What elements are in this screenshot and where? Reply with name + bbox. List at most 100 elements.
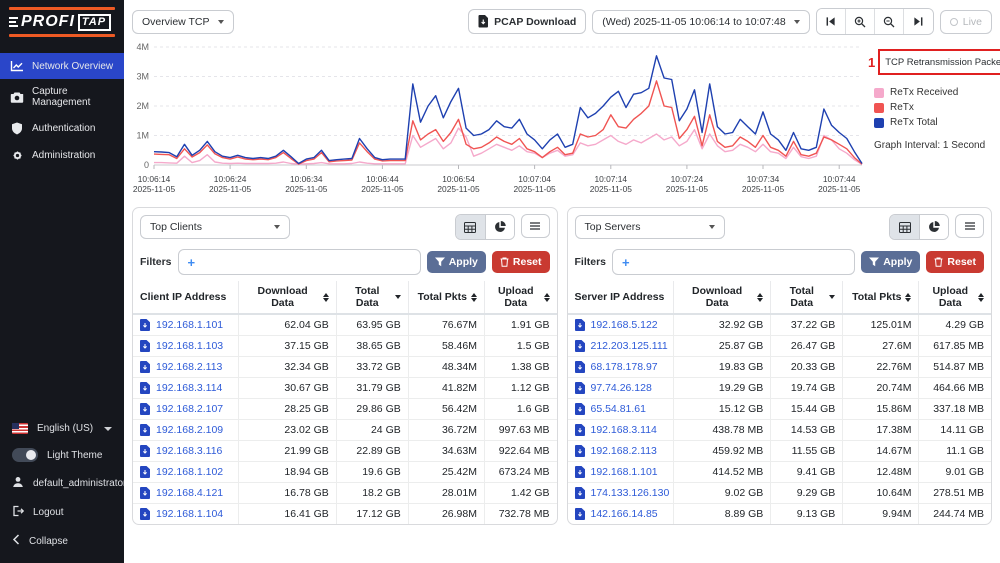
pcap-file-icon[interactable] bbox=[575, 508, 585, 520]
column-header[interactable]: Total Data bbox=[778, 285, 835, 309]
ip-link[interactable]: 192.168.5.122 bbox=[591, 319, 658, 331]
column-header[interactable]: Total Pkts bbox=[416, 291, 477, 303]
sort-both-icon[interactable] bbox=[544, 293, 550, 302]
column-header[interactable]: Client IP Address bbox=[140, 291, 231, 303]
ip-link[interactable]: 192.168.1.104 bbox=[156, 508, 223, 520]
filter-input[interactable]: + bbox=[612, 249, 855, 275]
sort-desc-icon[interactable] bbox=[829, 295, 835, 299]
sidebar-item-administration[interactable]: Administration bbox=[0, 142, 124, 169]
svg-text:10:07:04: 10:07:04 bbox=[518, 174, 551, 184]
ip-link[interactable]: 192.168.1.103 bbox=[156, 340, 223, 352]
sidebar-footer: English (US) Light Theme default_adminis… bbox=[0, 416, 124, 563]
table-type-select[interactable]: Top Servers bbox=[575, 215, 725, 239]
ip-link[interactable]: 192.168.3.116 bbox=[156, 445, 222, 457]
apply-button[interactable]: Apply bbox=[427, 251, 486, 273]
zoom-in-button[interactable] bbox=[846, 9, 875, 34]
sidebar-item-capture-management[interactable]: Capture Management bbox=[0, 79, 124, 115]
sort-both-icon[interactable] bbox=[471, 293, 477, 302]
legend-item-retx[interactable]: ReTx bbox=[874, 102, 1000, 113]
live-button[interactable]: Live bbox=[940, 10, 992, 34]
pcap-file-icon[interactable] bbox=[575, 466, 585, 478]
table-view-button[interactable] bbox=[890, 215, 919, 239]
ip-link[interactable]: 192.168.2.107 bbox=[156, 403, 223, 415]
language-selector[interactable]: English (US) bbox=[0, 416, 124, 441]
theme-toggle[interactable] bbox=[12, 448, 38, 462]
column-header[interactable]: Download Data bbox=[681, 285, 763, 309]
table-type-select[interactable]: Top Clients bbox=[140, 215, 290, 239]
add-filter-icon[interactable]: + bbox=[622, 255, 630, 270]
ip-link[interactable]: 97.74.26.128 bbox=[591, 382, 652, 394]
pcap-file-icon[interactable] bbox=[140, 487, 150, 499]
skip-start-button[interactable] bbox=[817, 9, 846, 34]
ip-link[interactable]: 192.168.2.113 bbox=[156, 361, 222, 373]
skip-end-button[interactable] bbox=[904, 9, 933, 34]
pcap-file-icon[interactable] bbox=[140, 424, 150, 436]
pcap-file-icon[interactable] bbox=[575, 382, 585, 394]
ip-link[interactable]: 192.168.3.114 bbox=[156, 382, 222, 394]
column-header[interactable]: Upload Data bbox=[926, 285, 984, 309]
pcap-file-icon[interactable] bbox=[140, 445, 150, 457]
pie-view-button[interactable] bbox=[919, 215, 948, 239]
overview-type-select[interactable]: Overview TCP bbox=[132, 10, 234, 34]
pcap-file-icon[interactable] bbox=[140, 508, 150, 520]
add-filter-icon[interactable]: + bbox=[188, 255, 196, 270]
reset-button[interactable]: Reset bbox=[492, 251, 550, 273]
panel-menu-button[interactable] bbox=[521, 214, 550, 238]
sort-both-icon[interactable] bbox=[757, 293, 763, 302]
pcap-file-icon[interactable] bbox=[575, 424, 585, 436]
sidebar-item-authentication[interactable]: Authentication bbox=[0, 115, 124, 142]
ip-link[interactable]: 192.168.3.114 bbox=[591, 424, 657, 436]
zoom-out-button[interactable] bbox=[875, 9, 904, 34]
ip-link[interactable]: 192.168.2.109 bbox=[156, 424, 223, 436]
sidebar-item-network-overview[interactable]: Network Overview bbox=[0, 53, 124, 79]
time-range-select[interactable]: (Wed) 2025-11-05 10:06:14 to 10:07:48 bbox=[592, 10, 810, 34]
column-header[interactable]: Total Pkts bbox=[850, 291, 911, 303]
reset-button[interactable]: Reset bbox=[926, 251, 984, 273]
ip-link[interactable]: 68.178.178.97 bbox=[591, 361, 658, 373]
sort-desc-icon[interactable] bbox=[395, 295, 401, 299]
column-header[interactable]: Server IP Address bbox=[575, 291, 666, 303]
column-header[interactable]: Total Data bbox=[344, 285, 401, 309]
filter-input[interactable]: + bbox=[178, 249, 421, 275]
ip-link[interactable]: 174.133.126.130 bbox=[591, 487, 670, 499]
ip-link[interactable]: 212.203.125.111 bbox=[591, 340, 668, 352]
ip-link[interactable]: 65.54.81.61 bbox=[591, 403, 646, 415]
ip-link[interactable]: 192.168.2.113 bbox=[591, 445, 657, 457]
panel-menu-button[interactable] bbox=[955, 214, 984, 238]
sort-both-icon[interactable] bbox=[323, 293, 329, 302]
pcap-file-icon[interactable] bbox=[140, 403, 150, 415]
pcap-file-icon[interactable] bbox=[575, 340, 585, 352]
column-header[interactable]: Upload Data bbox=[492, 285, 550, 309]
apply-button[interactable]: Apply bbox=[861, 251, 920, 273]
pcap-file-icon[interactable] bbox=[575, 487, 585, 499]
theme-toggle-row[interactable]: Light Theme bbox=[0, 441, 124, 469]
legend-item-retx-total[interactable]: ReTx Total bbox=[874, 117, 1000, 128]
ip-link[interactable]: 192.168.4.121 bbox=[156, 487, 223, 499]
pcap-download-button[interactable]: PCAP Download bbox=[468, 9, 586, 34]
data-cell: 29.86 GB bbox=[336, 398, 408, 419]
pcap-file-icon[interactable] bbox=[140, 340, 150, 352]
ip-link[interactable]: 192.168.1.101 bbox=[156, 319, 223, 331]
legend-item-retx-received[interactable]: ReTx Received bbox=[874, 87, 1000, 98]
table-view-button[interactable] bbox=[456, 215, 485, 239]
chart-type-select[interactable]: TCP Retransmission Packets bbox=[885, 57, 1000, 68]
pcap-file-icon[interactable] bbox=[140, 466, 150, 478]
pcap-file-icon[interactable] bbox=[575, 361, 585, 373]
collapse-button[interactable]: Collapse bbox=[0, 527, 124, 555]
column-header[interactable]: Download Data bbox=[246, 285, 328, 309]
sort-both-icon[interactable] bbox=[978, 293, 984, 302]
retransmission-chart[interactable]: 01M2M3M4M10:06:142025-11-0510:06:242025-… bbox=[124, 37, 868, 205]
pcap-file-icon[interactable] bbox=[575, 319, 585, 331]
pcap-file-icon[interactable] bbox=[140, 361, 150, 373]
pcap-file-icon[interactable] bbox=[575, 403, 585, 415]
ip-link[interactable]: 192.168.1.102 bbox=[156, 466, 223, 478]
pcap-file-icon[interactable] bbox=[140, 319, 150, 331]
pie-view-button[interactable] bbox=[485, 215, 514, 239]
table-icon bbox=[899, 222, 911, 233]
sort-both-icon[interactable] bbox=[905, 293, 911, 302]
pcap-file-icon[interactable] bbox=[575, 445, 585, 457]
ip-link[interactable]: 192.168.1.101 bbox=[591, 466, 658, 478]
logout-button[interactable]: Logout bbox=[0, 498, 124, 527]
ip-link[interactable]: 142.166.14.85 bbox=[591, 508, 658, 520]
pcap-file-icon[interactable] bbox=[140, 382, 150, 394]
